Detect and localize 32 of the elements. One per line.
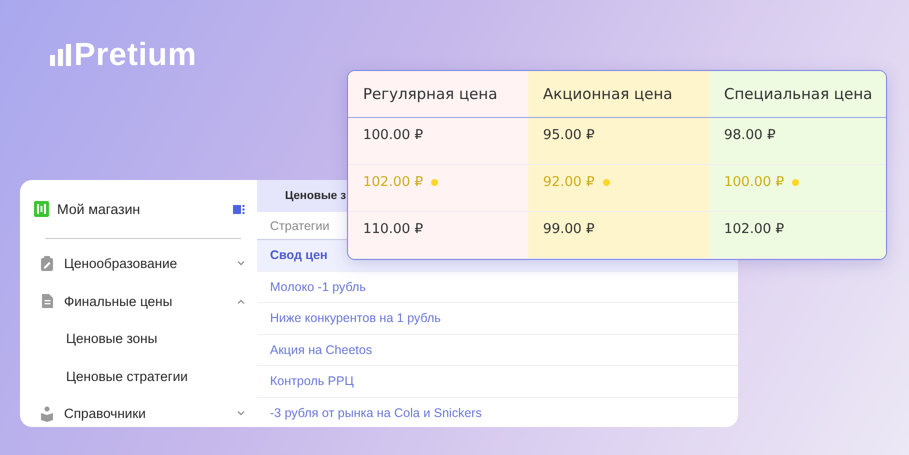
- strategy-row[interactable]: -3 рубля от рынка на Cola и Snickers: [257, 398, 738, 427]
- book-icon: [40, 406, 54, 422]
- strategy-row[interactable]: Ниже конкурентов на 1 рубль: [257, 303, 738, 334]
- nav-item[interactable]: Ценообразование: [64, 256, 227, 272]
- store-name: Мой магазин: [57, 201, 142, 217]
- column-header: Специальная цена: [709, 71, 886, 118]
- price-cell: 98.00 ₽: [724, 127, 776, 143]
- strategy-row[interactable]: Акция на Cheetos: [257, 334, 738, 366]
- nav-subitem[interactable]: Ценовые стратегии: [34, 358, 245, 395]
- column-header: Регулярная цена: [348, 71, 528, 118]
- store-logo-icon: [34, 201, 49, 217]
- clipboard-icon: [40, 256, 54, 272]
- logo-text: Pretium: [74, 36, 197, 73]
- nav-subitem[interactable]: Ценовые зоны: [34, 320, 245, 358]
- status-dot: [602, 179, 610, 186]
- status-dot: [431, 179, 438, 186]
- price-cell: 100.00 ₽: [724, 174, 784, 190]
- price-cell: 110.00 ₽: [363, 221, 424, 237]
- price-cell: 95.00 ₽: [543, 127, 595, 143]
- column-header: Акционная цена: [528, 71, 709, 118]
- status-dot: [792, 179, 800, 186]
- price-cell: 99.00 ₽: [543, 221, 595, 237]
- strategy-row[interactable]: Контроль РРЦ: [257, 366, 738, 398]
- price-cell: 100.00 ₽: [363, 127, 424, 143]
- nav-item[interactable]: Финальные цены: [64, 294, 227, 309]
- strategy-row[interactable]: Молоко -1 рубль: [257, 272, 738, 303]
- price-cell: 92.00 ₽: [543, 174, 595, 190]
- logo-bars-icon: [50, 44, 72, 66]
- nav-item[interactable]: Справочники: [64, 406, 227, 422]
- sidebar-toggle-icon: [233, 204, 245, 214]
- price-cell: 102.00 ₽: [363, 174, 424, 190]
- document-icon: [40, 293, 54, 310]
